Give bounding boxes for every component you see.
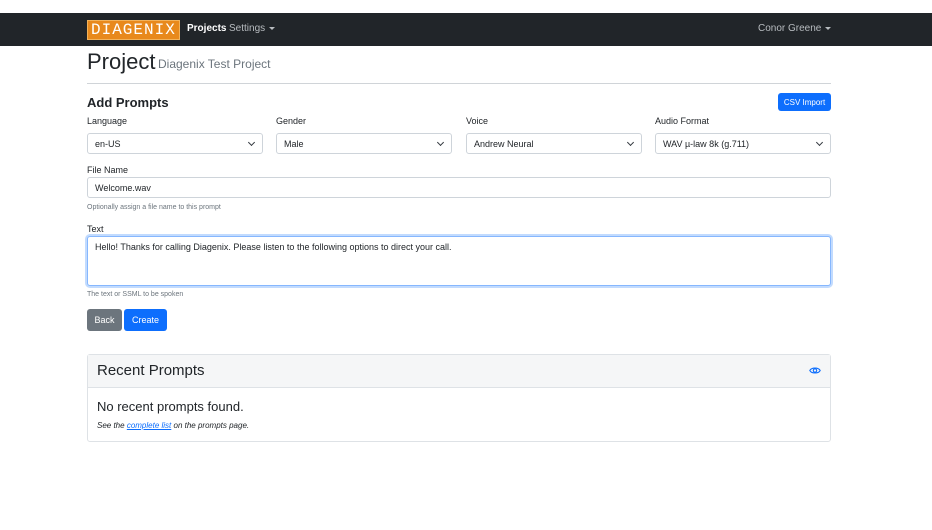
audio-format-value: WAV µ-law 8k (g.711)	[663, 139, 750, 149]
complete-list-link[interactable]: complete list	[127, 421, 171, 430]
chevron-down-icon	[436, 138, 445, 147]
recent-prompts-header: Recent Prompts	[88, 355, 830, 388]
gender-label: Gender	[276, 116, 307, 126]
audio-format-select[interactable]: WAV µ-law 8k (g.711)	[655, 133, 831, 154]
audio-format-label: Audio Format	[655, 116, 710, 126]
empty-state-title: No recent prompts found.	[97, 399, 244, 414]
language-label: Language	[87, 116, 128, 126]
add-prompts-heading: Add Prompts	[87, 95, 169, 110]
gender-value: Male	[284, 139, 304, 149]
file-name-input[interactable]: Welcome.wav	[87, 177, 831, 198]
brand-logo[interactable]: DIAGENIX	[87, 20, 180, 40]
text-help: The text or SSML to be spoken	[87, 291, 184, 298]
divider	[87, 83, 831, 84]
recent-prompts-card: Recent Prompts No recent prompts found. …	[87, 354, 831, 442]
chevron-down-icon	[247, 138, 256, 147]
nav-user-dropdown[interactable]: Conor Greene	[758, 23, 832, 34]
navbar: DIAGENIX Projects Settings Conor Greene	[0, 13, 932, 46]
nav-settings-label: Settings	[229, 23, 266, 34]
text-textarea[interactable]: Hello! Thanks for calling Diagenix. Plea…	[87, 236, 831, 286]
page-subtitle: Diagenix Test Project	[158, 57, 271, 71]
note-prefix: See the	[97, 421, 127, 430]
text-label: Text	[87, 224, 104, 234]
nav-settings-dropdown[interactable]: Settings	[229, 23, 276, 34]
voice-label: Voice	[466, 116, 489, 126]
nav-projects-link[interactable]: Projects	[187, 23, 226, 34]
gender-select[interactable]: Male	[276, 133, 452, 154]
caret-down-icon	[269, 26, 276, 30]
recent-prompts-title: Recent Prompts	[97, 362, 205, 379]
language-select[interactable]: en-US	[87, 133, 263, 154]
empty-state-note: See the complete list on the prompts pag…	[97, 421, 249, 430]
caret-down-icon	[825, 26, 832, 30]
csv-import-button[interactable]: CSV Import	[778, 93, 831, 111]
chevron-down-icon	[626, 138, 635, 147]
create-button[interactable]: Create	[124, 309, 167, 331]
language-value: en-US	[95, 139, 121, 149]
page-title: Project	[87, 49, 156, 74]
eye-icon[interactable]	[809, 366, 821, 375]
brand-logo-text: DIAGENIX	[91, 21, 176, 39]
file-name-label: File Name	[87, 165, 129, 175]
file-name-help: Optionally assign a file name to this pr…	[87, 204, 221, 211]
nav-user-label: Conor Greene	[758, 23, 822, 34]
chevron-down-icon	[815, 138, 824, 147]
voice-value: Andrew Neural	[474, 139, 534, 149]
voice-select[interactable]: Andrew Neural	[466, 133, 642, 154]
note-suffix: on the prompts page.	[171, 421, 250, 430]
back-button[interactable]: Back	[87, 309, 122, 331]
